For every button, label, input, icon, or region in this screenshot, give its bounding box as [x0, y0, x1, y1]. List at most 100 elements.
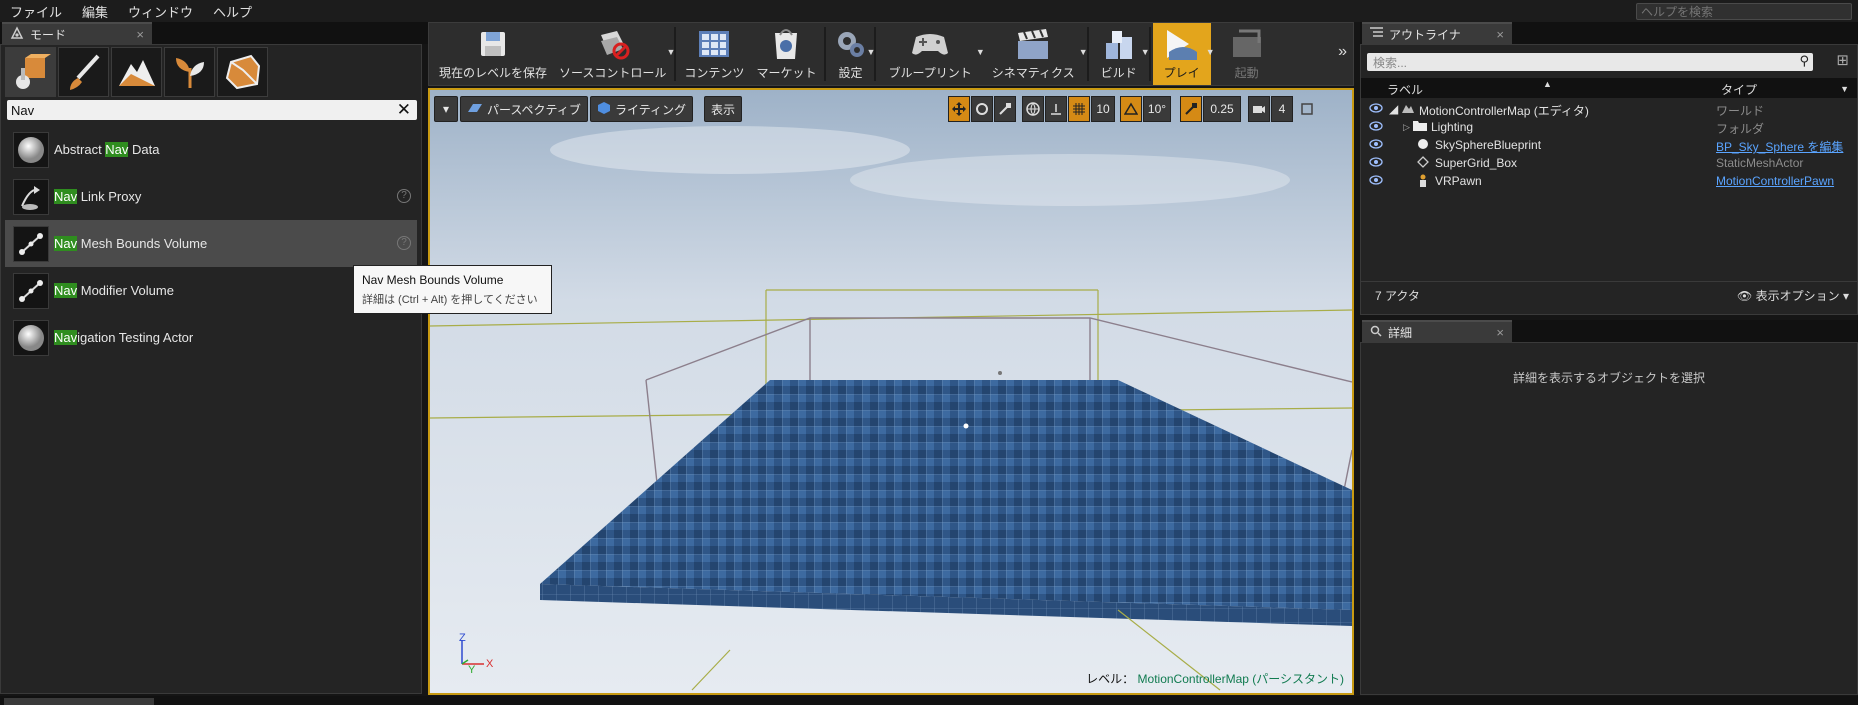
chevron-down-icon: ▾	[1842, 289, 1849, 303]
table-row[interactable]: ▷ Lighting フォルダ	[1361, 118, 1857, 136]
chevron-down-icon[interactable]: ▼	[1079, 47, 1088, 57]
build-button[interactable]: ビルド ▼	[1091, 23, 1150, 85]
outliner-search-placeholder: 検索...	[1373, 56, 1408, 70]
eye-icon[interactable]	[1369, 156, 1383, 170]
scale-tool-icon[interactable]	[994, 96, 1016, 122]
column-label-header[interactable]: ラベル	[1387, 81, 1423, 98]
play-icon	[1166, 30, 1197, 60]
table-row[interactable]: VRPawn MotionControllerPawn	[1361, 172, 1857, 190]
chevron-down-icon[interactable]: ▼	[867, 47, 876, 57]
viewport-options-button[interactable]: ▾	[434, 96, 458, 122]
tab-outliner[interactable]: アウトライナ ×	[1362, 22, 1512, 44]
table-row[interactable]: ◢ MotionControllerMap (エディタ) ワールド	[1361, 100, 1857, 118]
list-item-label: Navigation Testing Actor	[54, 330, 194, 345]
menu-help[interactable]: ヘルプ	[203, 2, 262, 21]
scale-snap-icon[interactable]	[1180, 96, 1202, 122]
close-icon[interactable]: ×	[1496, 27, 1504, 42]
eye-icon[interactable]	[1369, 138, 1383, 152]
list-item[interactable]: Navigation Testing Actor	[5, 314, 417, 361]
edit-blueprint-link[interactable]: BP_Sky_Sphere を編集	[1716, 138, 1843, 155]
maximize-viewport-icon[interactable]	[1298, 96, 1316, 122]
sphere-icon	[1417, 138, 1429, 153]
blueprints-button[interactable]: ブループリント ▼	[878, 23, 985, 85]
settings-button[interactable]: 設定 ▼	[828, 23, 875, 85]
launch-icon	[1232, 29, 1261, 57]
grid-snap-value[interactable]: 10	[1091, 96, 1115, 122]
show-button[interactable]: 表示	[704, 96, 743, 122]
settings-label: 設定	[838, 66, 863, 80]
cinematics-button[interactable]: シネマティクス ▼	[982, 23, 1088, 85]
bottom-tab[interactable]	[4, 698, 154, 705]
help-icon[interactable]: ?	[397, 236, 411, 250]
close-icon[interactable]: ×	[1496, 325, 1504, 340]
static-mesh-icon	[1417, 156, 1429, 171]
eye-icon[interactable]	[1369, 174, 1383, 188]
row-label: Lighting	[1431, 120, 1474, 134]
eye-icon[interactable]	[1369, 120, 1383, 134]
clear-search-icon[interactable]: ✕	[397, 100, 411, 120]
translate-tool-icon[interactable]	[948, 96, 970, 122]
save-icon	[481, 32, 505, 56]
rotation-snap-value[interactable]: 10°	[1143, 96, 1171, 122]
geometry-mode-button[interactable]	[217, 47, 268, 97]
place-mode-button[interactable]	[5, 47, 56, 97]
level-viewport[interactable]: ▾ パースペクティブ ライティング 表示 10 10° 0.25 4 Z X Y…	[428, 88, 1354, 695]
modes-panel: ✕ Abstract Nav Data Nav Link Proxy ? Nav…	[0, 44, 422, 694]
list-item[interactable]: Abstract Nav Data	[5, 126, 417, 173]
chevron-down-icon[interactable]: ▼	[1141, 47, 1150, 57]
collapsed-arrow-icon[interactable]: ▷	[1403, 122, 1410, 133]
table-row[interactable]: SkySphereBlueprint BP_Sky_Sphere を編集	[1361, 136, 1857, 154]
expand-arrow-icon[interactable]: ◢	[1389, 102, 1398, 116]
content-button[interactable]: コンテンツ	[678, 23, 750, 85]
list-item[interactable]: Nav Link Proxy ?	[5, 173, 417, 220]
table-row[interactable]: SuperGrid_Box StaticMeshActor	[1361, 154, 1857, 172]
source-control-button[interactable]: ソースコントロール ▼	[553, 23, 675, 85]
help-icon[interactable]: ?	[397, 189, 411, 203]
eye-icon[interactable]	[1369, 102, 1383, 116]
tooltip: Nav Mesh Bounds Volume 詳細は (Ctrl + Alt) …	[353, 265, 552, 314]
menu-window[interactable]: ウィンドウ	[118, 2, 203, 21]
play-button[interactable]: プレイ	[1152, 23, 1211, 85]
close-icon[interactable]: ×	[136, 27, 144, 42]
view-options-button[interactable]: 👁 表示オプション ▾	[1737, 287, 1849, 304]
tab-modes[interactable]: モード ×	[2, 22, 152, 44]
camera-speed-icon[interactable]	[1248, 96, 1270, 122]
toolbar-overflow-icon[interactable]: »	[1338, 43, 1347, 61]
list-item[interactable]: Nav Mesh Bounds Volume ?	[5, 220, 417, 267]
sphere-thumbnail-icon	[13, 131, 49, 168]
grid-snap-icon[interactable]	[1068, 96, 1090, 122]
save-level-button[interactable]: 現在のレベルを保存	[433, 23, 553, 85]
camera-speed-value[interactable]: 4	[1271, 96, 1293, 122]
perspective-label: パースペクティブ	[487, 102, 581, 117]
rotation-snap-icon[interactable]	[1120, 96, 1142, 122]
foliage-mode-button[interactable]	[164, 47, 215, 97]
marketplace-icon	[775, 29, 798, 59]
clapperboard-icon	[1018, 29, 1049, 59]
rotate-tool-icon[interactable]	[971, 96, 993, 122]
add-folder-icon[interactable]: ⊞	[1836, 51, 1849, 69]
outliner-search-box[interactable]: 検索... ⚲	[1367, 53, 1813, 71]
world-local-icon[interactable]	[1022, 96, 1044, 122]
paint-mode-button[interactable]	[58, 47, 109, 97]
menu-edit[interactable]: 編集	[72, 2, 118, 21]
surface-snap-icon[interactable]	[1045, 96, 1067, 122]
help-search-input[interactable]	[1636, 3, 1852, 20]
chevron-down-icon[interactable]: ▼	[667, 47, 676, 57]
mode-search-input[interactable]	[11, 102, 391, 118]
marketplace-button[interactable]: マーケット	[750, 23, 822, 85]
tab-details[interactable]: 詳細 ×	[1362, 320, 1512, 342]
landscape-mode-button[interactable]	[111, 47, 162, 97]
row-label: MotionControllerMap (エディタ)	[1419, 104, 1589, 118]
world-outliner: 検索... ⚲ ⊞ ラベル ▲ タイプ ▼ ◢ MotionController…	[1360, 44, 1858, 315]
scale-snap-value[interactable]: 0.25	[1203, 96, 1241, 122]
chevron-down-icon[interactable]: ▼	[1840, 84, 1849, 94]
lighting-mode-button[interactable]: ライティング	[590, 96, 694, 122]
details-panel: 詳細を表示するオブジェクトを選択	[1360, 342, 1858, 695]
column-type-header[interactable]: タイプ	[1721, 81, 1757, 98]
play-options-button[interactable]: ▼	[1206, 23, 1219, 85]
menu-file[interactable]: ファイル	[0, 2, 72, 21]
edit-pawn-link[interactable]: MotionControllerPawn	[1716, 174, 1834, 188]
chevron-down-icon[interactable]: ▼	[1206, 47, 1215, 57]
launch-button[interactable]: 起動	[1219, 23, 1275, 85]
perspective-button[interactable]: パースペクティブ	[460, 96, 588, 122]
